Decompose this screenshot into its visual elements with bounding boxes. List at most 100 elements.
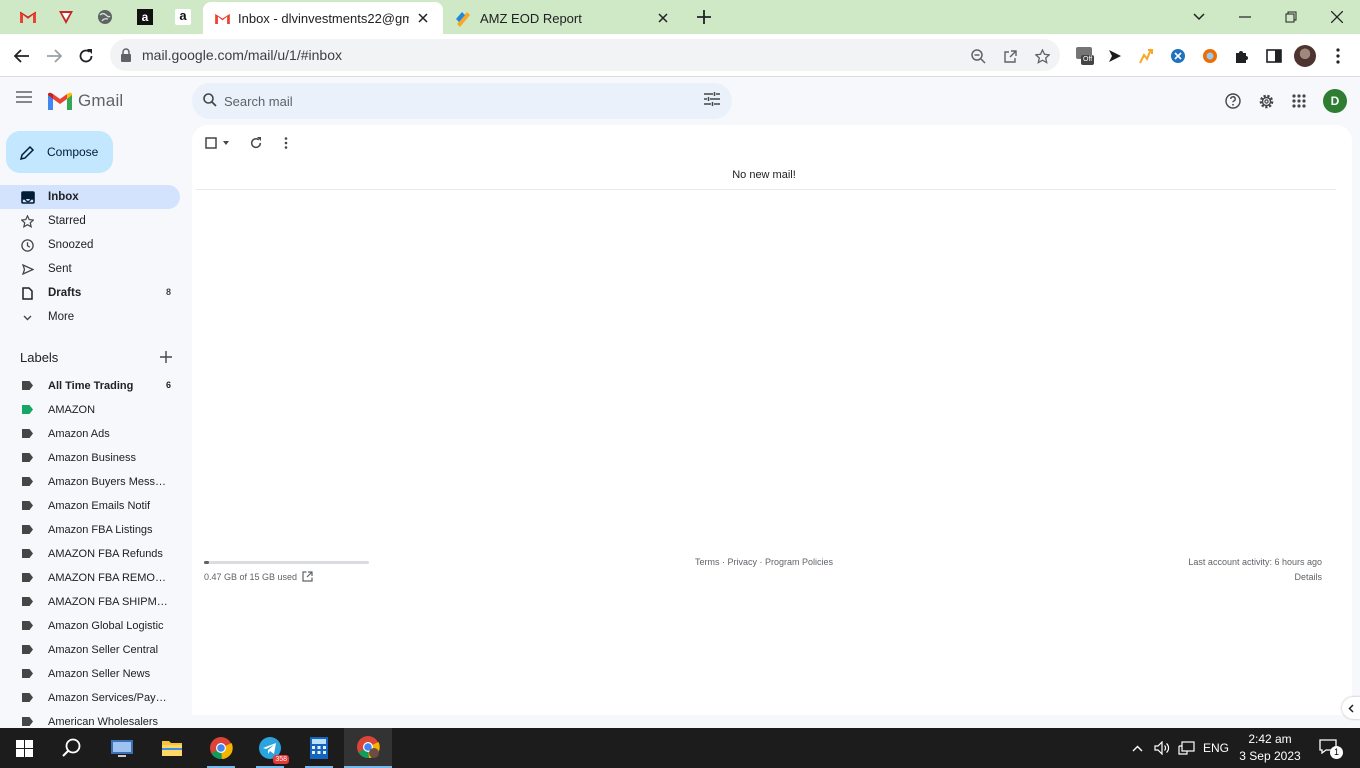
- side-panel-button[interactable]: [1263, 45, 1285, 67]
- show-hidden-icons-button[interactable]: [1128, 738, 1146, 758]
- forward-button[interactable]: [41, 43, 67, 69]
- close-icon[interactable]: [655, 10, 671, 26]
- volume-button[interactable]: [1152, 738, 1172, 758]
- taskbar-chrome[interactable]: [197, 728, 245, 768]
- address-bar[interactable]: mail.google.com/mail/u/1/#inbox: [110, 39, 1060, 71]
- close-icon: [1331, 11, 1343, 23]
- label-item[interactable]: Amazon Services/Payments: [0, 686, 180, 710]
- label-item[interactable]: Amazon Emails Notif: [0, 494, 180, 518]
- sidebar-item-more[interactable]: More: [0, 305, 180, 329]
- share-icon[interactable]: [1001, 47, 1019, 65]
- create-label-button[interactable]: [158, 349, 174, 365]
- label-item[interactable]: Amazon Business: [0, 446, 180, 470]
- label-item[interactable]: All Time Trading 6: [0, 374, 180, 398]
- minimize-button[interactable]: [1233, 5, 1257, 29]
- select-menu-button[interactable]: [223, 141, 229, 145]
- network-button[interactable]: [1176, 738, 1196, 758]
- label-name: Amazon Ads: [48, 428, 110, 440]
- browser-toolbar: mail.google.com/mail/u/1/#inbox Off: [0, 34, 1360, 77]
- sidebar-item-starred[interactable]: Starred: [0, 209, 180, 233]
- sidebar-item-drafts[interactable]: Drafts 8: [0, 281, 180, 305]
- new-tab-button[interactable]: [692, 5, 716, 29]
- extensions-menu-button[interactable]: [1231, 45, 1253, 67]
- pinned-tab-5[interactable]: a: [172, 6, 194, 28]
- close-window-button[interactable]: [1325, 5, 1349, 29]
- taskbar-app-desktop[interactable]: [98, 728, 146, 768]
- label-tag-icon: [22, 597, 33, 606]
- gmail-pinned-tab[interactable]: [17, 6, 39, 28]
- zoom-icon[interactable]: [969, 47, 987, 65]
- amazon-icon: a: [175, 9, 191, 25]
- label-item[interactable]: AMAZON: [0, 398, 180, 422]
- sidebar-item-sent[interactable]: Sent: [0, 257, 180, 281]
- compose-button[interactable]: Compose: [6, 131, 113, 173]
- label-item[interactable]: AMAZON FBA REMOVAL: [0, 566, 180, 590]
- start-button[interactable]: [0, 728, 48, 768]
- more-options-button[interactable]: [284, 137, 288, 149]
- extension-button-2[interactable]: [1104, 45, 1126, 67]
- taskbar-calculator[interactable]: [295, 728, 343, 768]
- label-item[interactable]: Amazon Ads: [0, 422, 180, 446]
- notification-center-button[interactable]: 1: [1316, 738, 1343, 759]
- label-item[interactable]: AMAZON FBA Refunds: [0, 542, 180, 566]
- empty-inbox-message: No new mail!: [732, 169, 796, 181]
- browser-tab-strip: a a Inbox - dlvinvestments22@gmail.com A…: [0, 0, 1360, 34]
- label-item[interactable]: AMAZON FBA SHIPMENTS: [0, 590, 180, 614]
- gmail-logo[interactable]: Gmail: [48, 91, 123, 111]
- sidebar-item-snoozed[interactable]: Snoozed: [0, 233, 180, 257]
- label-item[interactable]: Amazon FBA Listings: [0, 518, 180, 542]
- amazon-scout-extension[interactable]: [1135, 45, 1157, 67]
- label-item[interactable]: Amazon Seller News: [0, 662, 180, 686]
- manage-storage-link[interactable]: [302, 571, 313, 582]
- profile-button[interactable]: [1294, 45, 1316, 67]
- taskbar-chrome-profile[interactable]: [344, 728, 392, 768]
- tab-inbox[interactable]: Inbox - dlvinvestments22@gmail.com: [203, 2, 443, 34]
- pinned-tab-2[interactable]: [55, 6, 77, 28]
- gmail-wordmark: Gmail: [78, 91, 124, 110]
- main-menu-button[interactable]: [16, 91, 38, 111]
- label-item[interactable]: Amazon Buyers Messages: [0, 470, 180, 494]
- sidebar-item-inbox[interactable]: Inbox: [0, 185, 180, 209]
- taskbar-clock[interactable]: 2:42 am 3 Sep 2023: [1236, 731, 1304, 765]
- refresh-button[interactable]: [250, 137, 262, 149]
- extension-icon: Off: [1074, 45, 1098, 67]
- google-apps-button[interactable]: [1289, 91, 1309, 111]
- extension-off-button[interactable]: Off: [1073, 45, 1099, 67]
- language-indicator[interactable]: ENG: [1202, 738, 1230, 758]
- close-icon[interactable]: [415, 10, 431, 26]
- extension-button-5[interactable]: [1199, 45, 1221, 67]
- support-button[interactable]: [1223, 91, 1243, 111]
- search-input[interactable]: [224, 89, 684, 113]
- message-list-panel: No new mail! 0.47 GB of 15 GB used Terms…: [192, 125, 1352, 715]
- back-button[interactable]: [9, 43, 35, 69]
- taskbar-file-explorer[interactable]: [148, 728, 196, 768]
- tab-search-button[interactable]: [1187, 5, 1211, 29]
- reload-button[interactable]: [73, 43, 99, 69]
- label-item[interactable]: Amazon Global Logistic: [0, 614, 180, 638]
- browser-menu-button[interactable]: [1327, 45, 1349, 67]
- activity-details-link[interactable]: Details: [1294, 572, 1322, 582]
- open-in-new-icon: [302, 571, 313, 582]
- keepa-icon: [1171, 49, 1185, 63]
- account-avatar[interactable]: D: [1323, 89, 1347, 113]
- restore-button[interactable]: [1279, 5, 1303, 29]
- arrow-left-icon: [14, 49, 29, 63]
- side-panel-toggle[interactable]: [1342, 697, 1360, 719]
- storage-usage-fill: [204, 561, 210, 564]
- label-name: Amazon Buyers Messages: [48, 476, 170, 488]
- pinned-tab-3[interactable]: [94, 6, 116, 28]
- restore-icon: [1285, 11, 1297, 23]
- tab-amz-eod-report[interactable]: AMZ EOD Report: [443, 2, 683, 34]
- label-item[interactable]: Amazon Seller Central: [0, 638, 180, 662]
- extension-button-4[interactable]: [1167, 45, 1189, 67]
- select-all-checkbox[interactable]: [205, 137, 217, 149]
- label-name: AMAZON FBA SHIPMENTS: [48, 596, 170, 608]
- pinned-tab-4[interactable]: a: [134, 6, 156, 28]
- taskbar-search-button[interactable]: [48, 728, 96, 768]
- settings-button[interactable]: [1256, 91, 1276, 111]
- taskbar-telegram[interactable]: 358: [246, 728, 294, 768]
- bookmark-star-icon[interactable]: [1033, 47, 1051, 65]
- inbox-icon: [20, 190, 35, 205]
- search-bar[interactable]: [192, 83, 732, 119]
- footer-links[interactable]: Terms · Privacy · Program Policies: [695, 557, 833, 567]
